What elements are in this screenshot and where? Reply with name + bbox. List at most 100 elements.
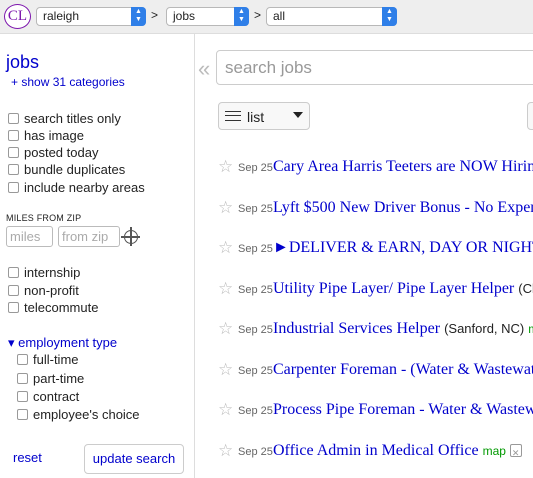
listing-date: Sep 25 [238,365,273,377]
category-select[interactable]: jobs ▲ ▼ [166,7,249,26]
listing-row: ☆ Sep 25 Office Admin in Medical Office … [218,441,533,464]
view-mode-dropdown[interactable]: list [218,102,310,130]
listing-title-link[interactable]: Lyft $500 New Driver Bonus - No Experie [273,199,533,216]
listing-row: ☆ Sep 25 Lyft $500 New Driver Bonus - No… [218,198,533,220]
filter-include-nearby-areas[interactable]: include nearby areas [8,180,145,195]
category-select-value: jobs [173,9,196,23]
checkbox[interactable] [8,113,19,124]
filter-internship[interactable]: internship [8,265,80,280]
listing-row: ☆ Sep 25 ►DELIVER & EARN, DAY OR NIGHT [218,238,533,260]
map-tag[interactable]: ma [528,322,533,336]
listing-title-link[interactable]: Industrial Services Helper [273,320,440,337]
checkbox[interactable] [8,285,19,296]
search-filters-sidebar: jobs + show 31 categories search titles … [0,34,195,478]
listing-date: Sep 25 [238,162,273,174]
filter-label: has image [24,128,84,143]
breadcrumb-separator: > [254,8,262,22]
favorite-star-icon[interactable]: ☆ [218,400,233,420]
checkbox[interactable] [17,373,28,384]
filter-employees-choice[interactable]: employee's choice [17,407,140,422]
listing-title-link[interactable]: Process Pipe Foreman - Water & Wastewa [273,401,533,418]
top-bar: CL raleigh ▲ ▼ > jobs ▲ ▼ > all ▲ ▼ [0,0,533,34]
listing-date: Sep 25 [238,243,273,255]
select-arrows-icon: ▲ ▼ [382,7,397,26]
listing-row: ☆ Sep 25 Industrial Services Helper (San… [218,319,533,341]
checkbox[interactable] [8,302,19,313]
filter-bundle-duplicates[interactable]: bundle duplicates [8,162,125,177]
listing-row: ☆ Sep 25 Utility Pipe Layer/ Pipe Layer … [218,279,533,301]
filter-telecommute[interactable]: telecommute [8,300,98,315]
filter-full-time[interactable]: full-time [17,352,79,367]
hide-listing-icon[interactable] [509,444,522,464]
checkbox[interactable] [8,267,19,278]
miles-input[interactable]: miles [6,226,53,247]
checkbox[interactable] [8,164,19,175]
sort-dropdown[interactable] [527,102,533,130]
filter-part-time[interactable]: part-time [17,371,84,386]
miles-from-zip-label: MILES FROM ZIP [6,213,82,223]
locate-me-icon[interactable] [121,227,140,246]
listing-date: Sep 25 [238,405,273,417]
select-arrows-icon: ▲ ▼ [234,7,249,26]
filter-label: part-time [33,371,85,386]
zip-input[interactable]: from zip [58,226,120,247]
listing-neighborhood: (Sanford, NC) [444,321,525,336]
search-input[interactable]: search jobs [216,50,533,85]
checkbox[interactable] [17,409,28,420]
filter-contract[interactable]: contract [17,389,79,404]
subcategory-select[interactable]: all ▲ ▼ [266,7,397,26]
favorite-star-icon[interactable]: ☆ [218,360,233,380]
subcategory-select-value: all [273,9,286,23]
listing-neighborhood: (Cla [518,281,533,296]
listing-date: Sep 25 [238,284,273,296]
reset-link[interactable]: reset [13,450,42,465]
filter-label: posted today [24,145,99,160]
filter-label: internship [24,265,81,280]
filter-label: include nearby areas [24,180,145,195]
checkbox[interactable] [17,391,28,402]
favorite-star-icon[interactable]: ☆ [218,279,233,299]
view-mode-label: list [247,109,265,125]
listing-title-link[interactable]: Cary Area Harris Teeters are NOW Hiring [273,158,533,175]
listing-title-link[interactable]: Utility Pipe Layer/ Pipe Layer Helper [273,280,514,297]
area-select[interactable]: raleigh ▲ ▼ [36,7,146,26]
listing-date: Sep 25 [238,446,273,458]
caret-down-icon [293,112,303,118]
update-search-button[interactable]: update search [84,444,184,474]
filter-label: full-time [33,352,79,367]
filter-posted-today[interactable]: posted today [8,145,98,160]
checkbox[interactable] [8,182,19,193]
checkbox[interactable] [8,147,19,158]
filter-has-image[interactable]: has image [8,128,84,143]
filter-search-titles-only[interactable]: search titles only [8,111,121,126]
listing-date: Sep 25 [238,324,273,336]
listing-date: Sep 25 [238,203,273,215]
filter-label: non-profit [24,283,79,298]
filter-label: telecommute [24,300,99,315]
listing-title-link[interactable]: Office Admin in Medical Office [273,442,479,459]
filter-label: employee's choice [33,407,140,422]
collapse-sidebar-icon[interactable]: « [198,56,210,82]
map-tag[interactable]: map [483,444,506,458]
checkbox[interactable] [17,354,28,365]
favorite-star-icon[interactable]: ☆ [218,198,233,218]
list-view-icon [225,111,241,121]
listing-title-link[interactable]: ►DELIVER & EARN, DAY OR NIGHT [273,239,533,256]
listing-title-link[interactable]: Carpenter Foreman - (Water & Wastewate [273,361,533,378]
category-title[interactable]: jobs [6,52,39,73]
breadcrumb-separator: > [151,8,159,22]
show-categories-link[interactable]: + show 31 categories [11,75,125,89]
craigslist-logo[interactable]: CL [4,4,31,29]
favorite-star-icon[interactable]: ☆ [218,441,233,461]
favorite-star-icon[interactable]: ☆ [218,157,233,177]
filter-non-profit[interactable]: non-profit [8,283,79,298]
favorite-star-icon[interactable]: ☆ [218,238,233,258]
favorite-star-icon[interactable]: ☆ [218,319,233,339]
employment-type-toggle[interactable]: ▾ employment type [8,335,117,351]
listing-row: ☆ Sep 25 Process Pipe Foreman - Water & … [218,400,533,422]
checkbox[interactable] [8,130,19,141]
filter-label: bundle duplicates [24,162,126,177]
select-arrows-icon: ▲ ▼ [131,7,146,26]
area-select-value: raleigh [43,9,80,23]
filter-label: contract [33,389,80,404]
